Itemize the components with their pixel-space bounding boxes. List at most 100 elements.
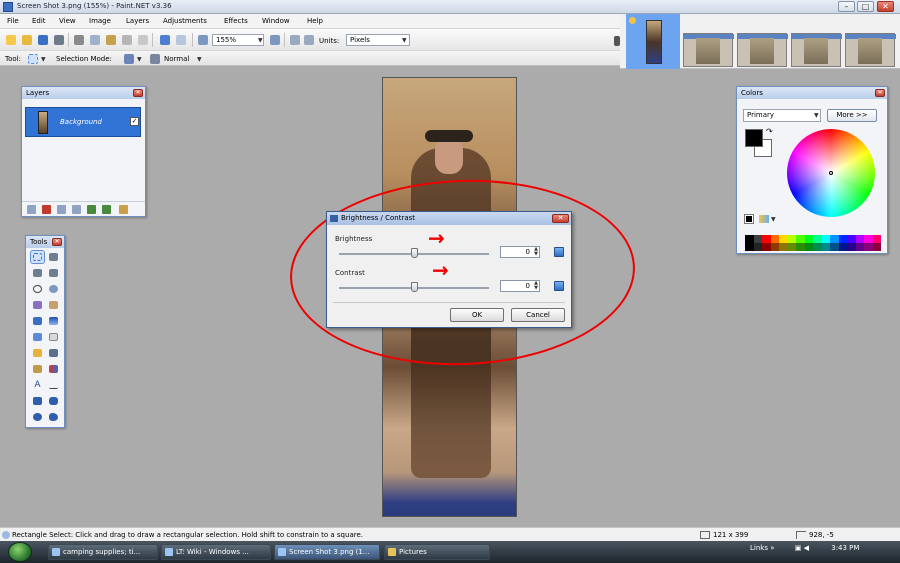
palette-dropdown-arrow[interactable]: ▼ bbox=[771, 216, 776, 223]
paintbrush-tool-icon[interactable] bbox=[31, 331, 44, 343]
new-icon[interactable] bbox=[6, 35, 16, 45]
palette-swatch[interactable] bbox=[762, 243, 771, 251]
print-icon[interactable] bbox=[54, 35, 64, 45]
tools-close-button[interactable]: ✕ bbox=[52, 238, 62, 246]
tool-dropdown-arrow[interactable]: ▼ bbox=[41, 56, 46, 63]
merge-layer-icon[interactable] bbox=[72, 205, 81, 214]
contrast-spin-arrows[interactable]: ▲ ▼ bbox=[533, 281, 539, 291]
blend-mode-dropdown-arrow[interactable]: ▼ bbox=[197, 56, 202, 63]
thumbnail-5[interactable] bbox=[845, 33, 896, 67]
deselect-icon[interactable] bbox=[138, 35, 148, 45]
palette-swatch[interactable] bbox=[804, 243, 813, 251]
pencil-tool-icon[interactable] bbox=[31, 347, 44, 359]
palette-swatch[interactable] bbox=[787, 243, 796, 251]
palette-swatch[interactable] bbox=[796, 243, 805, 251]
thumbnail-2[interactable] bbox=[683, 33, 734, 67]
colors-panel-title[interactable]: Colors bbox=[737, 87, 887, 99]
eraser-tool-icon[interactable] bbox=[47, 331, 60, 343]
layers-close-button[interactable]: ✕ bbox=[133, 89, 143, 97]
cut-icon[interactable] bbox=[74, 35, 84, 45]
menu-effects[interactable]: Effects bbox=[224, 17, 248, 25]
palette-swatch[interactable] bbox=[770, 243, 779, 251]
rectangle-tool-icon[interactable] bbox=[31, 395, 44, 407]
menu-layers[interactable]: Layers bbox=[126, 17, 149, 25]
move-down-icon[interactable] bbox=[102, 205, 111, 214]
pan-tool-icon[interactable] bbox=[47, 299, 60, 311]
redo-icon[interactable] bbox=[176, 35, 186, 45]
brightness-spin-arrows[interactable]: ▲ ▼ bbox=[533, 247, 539, 257]
primary-secondary-select[interactable]: Primary bbox=[743, 109, 821, 122]
crop-icon[interactable] bbox=[122, 35, 132, 45]
palette-swatch[interactable] bbox=[745, 235, 754, 243]
thumbnail-active[interactable] bbox=[626, 14, 680, 69]
ok-button[interactable]: OK bbox=[450, 308, 504, 322]
save-icon[interactable] bbox=[38, 35, 48, 45]
menu-image[interactable]: Image bbox=[89, 17, 111, 25]
palette-swatch[interactable] bbox=[813, 235, 822, 243]
gradient-tool-icon[interactable] bbox=[47, 315, 60, 327]
rounded-rectangle-tool-icon[interactable] bbox=[47, 395, 60, 407]
delete-layer-icon[interactable] bbox=[42, 205, 51, 214]
magic-wand-tool-icon[interactable] bbox=[31, 299, 44, 311]
selection-mode-dropdown-arrow[interactable]: ▼ bbox=[137, 56, 142, 63]
paste-icon[interactable] bbox=[106, 35, 116, 45]
rectangle-select-tool-icon[interactable] bbox=[30, 250, 45, 264]
palette-swatch[interactable] bbox=[770, 235, 779, 243]
color-wheel[interactable] bbox=[787, 129, 875, 217]
primary-color-swatch[interactable] bbox=[745, 129, 763, 147]
palette-swatch[interactable] bbox=[872, 243, 881, 251]
menu-edit[interactable]: Edit bbox=[32, 17, 46, 25]
units-select[interactable]: Pixels bbox=[346, 34, 410, 46]
ellipse-tool-icon[interactable] bbox=[31, 411, 44, 423]
zoom-dropdown-arrow[interactable]: ▼ bbox=[258, 37, 263, 44]
minimize-button[interactable]: – bbox=[838, 1, 855, 12]
palette-swatch[interactable] bbox=[753, 243, 762, 251]
palette-swatch[interactable] bbox=[838, 235, 847, 243]
palette-menu-icon[interactable] bbox=[759, 215, 769, 223]
layer-visibility-checkbox[interactable]: ✓ bbox=[130, 117, 139, 126]
more-button[interactable]: More >> bbox=[827, 109, 877, 122]
primary-dropdown-arrow[interactable]: ▼ bbox=[814, 112, 819, 119]
maximize-button[interactable]: □ bbox=[857, 1, 874, 12]
grid-icon[interactable] bbox=[290, 35, 300, 45]
reset-colors-icon[interactable] bbox=[744, 214, 754, 224]
color-picker-tool-icon[interactable] bbox=[47, 347, 60, 359]
palette-swatch[interactable] bbox=[855, 243, 864, 251]
layer-properties-icon[interactable] bbox=[119, 205, 128, 214]
text-tool-icon[interactable]: A bbox=[31, 379, 44, 391]
layers-panel-title[interactable]: Layers bbox=[22, 87, 145, 99]
zoom-out-icon[interactable] bbox=[198, 35, 208, 45]
palette-swatch[interactable] bbox=[847, 235, 856, 243]
start-button[interactable] bbox=[8, 542, 32, 562]
clone-stamp-tool-icon[interactable] bbox=[31, 363, 44, 375]
move-selection-tool-icon[interactable] bbox=[47, 251, 60, 263]
zoom-field[interactable]: 155% bbox=[212, 34, 264, 46]
freeform-shape-tool-icon[interactable] bbox=[47, 411, 60, 423]
move-tool-icon[interactable] bbox=[47, 267, 60, 279]
palette-swatch[interactable] bbox=[838, 243, 847, 251]
dialog-title[interactable]: Brightness / Contrast bbox=[327, 212, 571, 225]
taskbar-item-paintdotnet[interactable]: Screen Shot 3.png (1... bbox=[274, 544, 380, 560]
colors-close-button[interactable]: ✕ bbox=[875, 89, 885, 97]
palette-swatch[interactable] bbox=[762, 235, 771, 243]
brightness-reset-button[interactable] bbox=[554, 247, 564, 257]
taskbar-item-pictures[interactable]: Pictures bbox=[384, 544, 490, 560]
taskbar-item-wiki[interactable]: LT: Wiki - Windows ... bbox=[161, 544, 271, 560]
palette-swatch[interactable] bbox=[821, 235, 830, 243]
menu-help[interactable]: Help bbox=[307, 17, 323, 25]
rectangle-select-icon[interactable] bbox=[28, 54, 38, 64]
blend-mode-value[interactable]: Normal bbox=[164, 55, 189, 63]
add-layer-icon[interactable] bbox=[27, 205, 36, 214]
volume-icon[interactable]: ◀ bbox=[804, 544, 809, 552]
swap-colors-icon[interactable]: ↷ bbox=[766, 127, 773, 136]
taskbar-item-camping[interactable]: camping supplies; ti... bbox=[48, 544, 158, 560]
links-toolbar[interactable]: Links bbox=[750, 544, 768, 552]
layer-row-background[interactable]: Background ✓ bbox=[25, 107, 141, 137]
palette-swatch[interactable] bbox=[821, 243, 830, 251]
palette-swatch[interactable] bbox=[813, 243, 822, 251]
contrast-reset-button[interactable] bbox=[554, 281, 564, 291]
lasso-tool-icon[interactable] bbox=[31, 267, 44, 279]
recolor-tool-icon[interactable] bbox=[47, 363, 60, 375]
zoom-tool-icon[interactable] bbox=[47, 283, 60, 295]
rulers-icon[interactable] bbox=[304, 35, 314, 45]
